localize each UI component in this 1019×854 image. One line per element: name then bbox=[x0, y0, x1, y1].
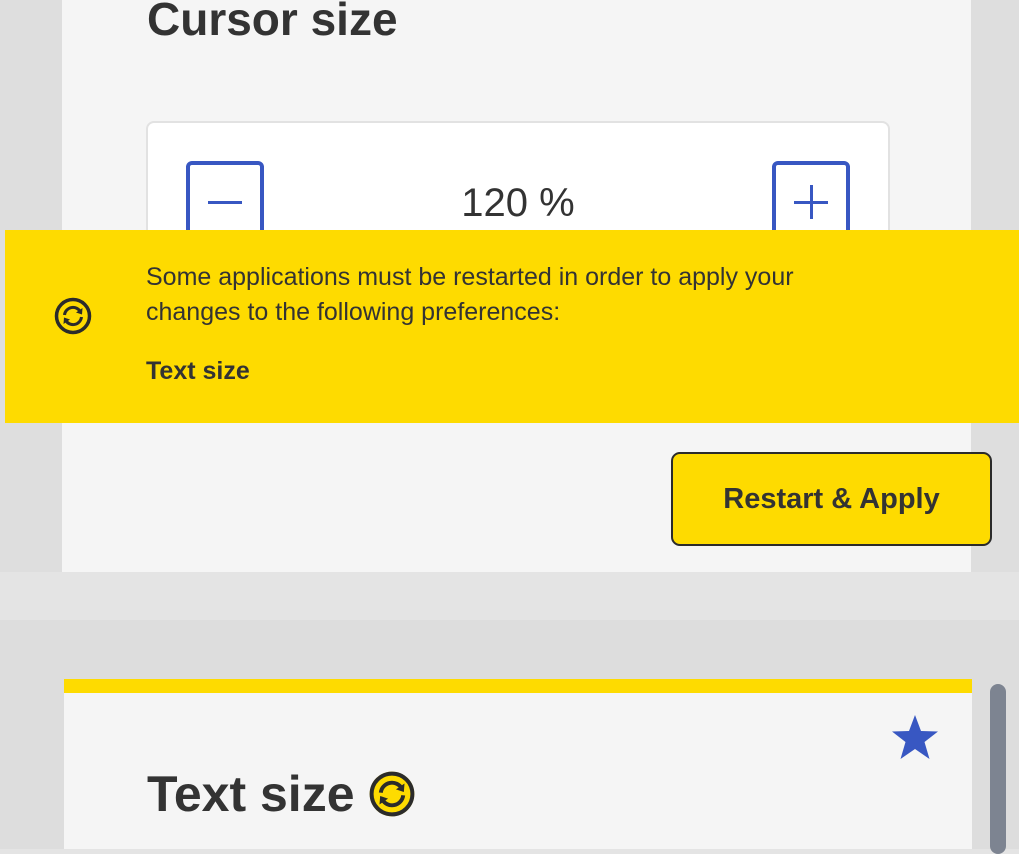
restart-notice: Some applications must be restarted in o… bbox=[5, 230, 1019, 423]
refresh-icon bbox=[54, 297, 92, 335]
restart-apply-button[interactable]: Restart & Apply bbox=[671, 452, 992, 546]
increase-button[interactable] bbox=[772, 161, 850, 241]
text-size-title: Text size bbox=[147, 765, 417, 823]
text-size-panel: Text size bbox=[0, 620, 1019, 854]
restart-notice-message: Some applications must be restarted in o… bbox=[146, 263, 794, 326]
restart-notice-preference: Text size bbox=[146, 357, 250, 385]
scrollbar-thumb[interactable] bbox=[990, 684, 1006, 854]
text-size-title-label: Text size bbox=[147, 766, 355, 822]
cursor-size-panel: Cursor size 120 % Some applications must… bbox=[0, 0, 1019, 572]
text-size-card: Text size bbox=[64, 679, 972, 849]
star-icon[interactable] bbox=[890, 713, 940, 763]
refresh-icon bbox=[369, 771, 414, 817]
cursor-size-title: Cursor size bbox=[147, 0, 398, 45]
